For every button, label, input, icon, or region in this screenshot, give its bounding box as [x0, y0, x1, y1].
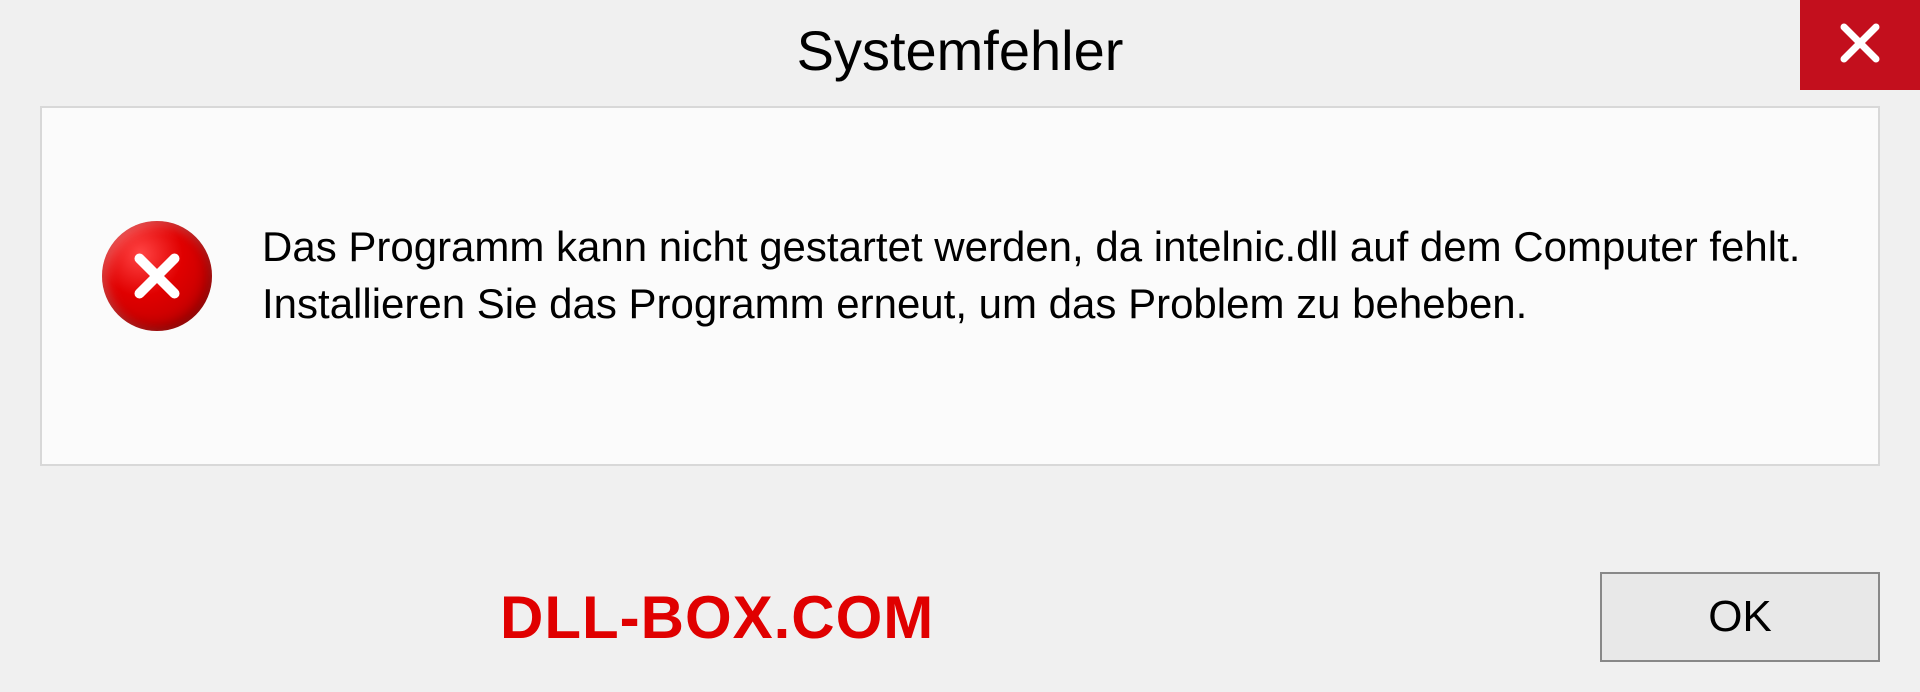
close-button[interactable] — [1800, 0, 1920, 90]
watermark-text: DLL-BOX.COM — [500, 583, 934, 652]
close-icon — [1836, 19, 1884, 72]
title-bar: Systemfehler — [0, 0, 1920, 100]
dialog-title: Systemfehler — [797, 18, 1124, 83]
content-panel: Das Programm kann nicht gestartet werden… — [40, 106, 1880, 466]
error-icon — [102, 221, 212, 331]
error-dialog: Systemfehler Das Programm kann nicht ges… — [0, 0, 1920, 692]
error-message: Das Programm kann nicht gestartet werden… — [262, 219, 1818, 332]
dialog-footer: DLL-BOX.COM OK — [0, 572, 1920, 662]
ok-button[interactable]: OK — [1600, 572, 1880, 662]
